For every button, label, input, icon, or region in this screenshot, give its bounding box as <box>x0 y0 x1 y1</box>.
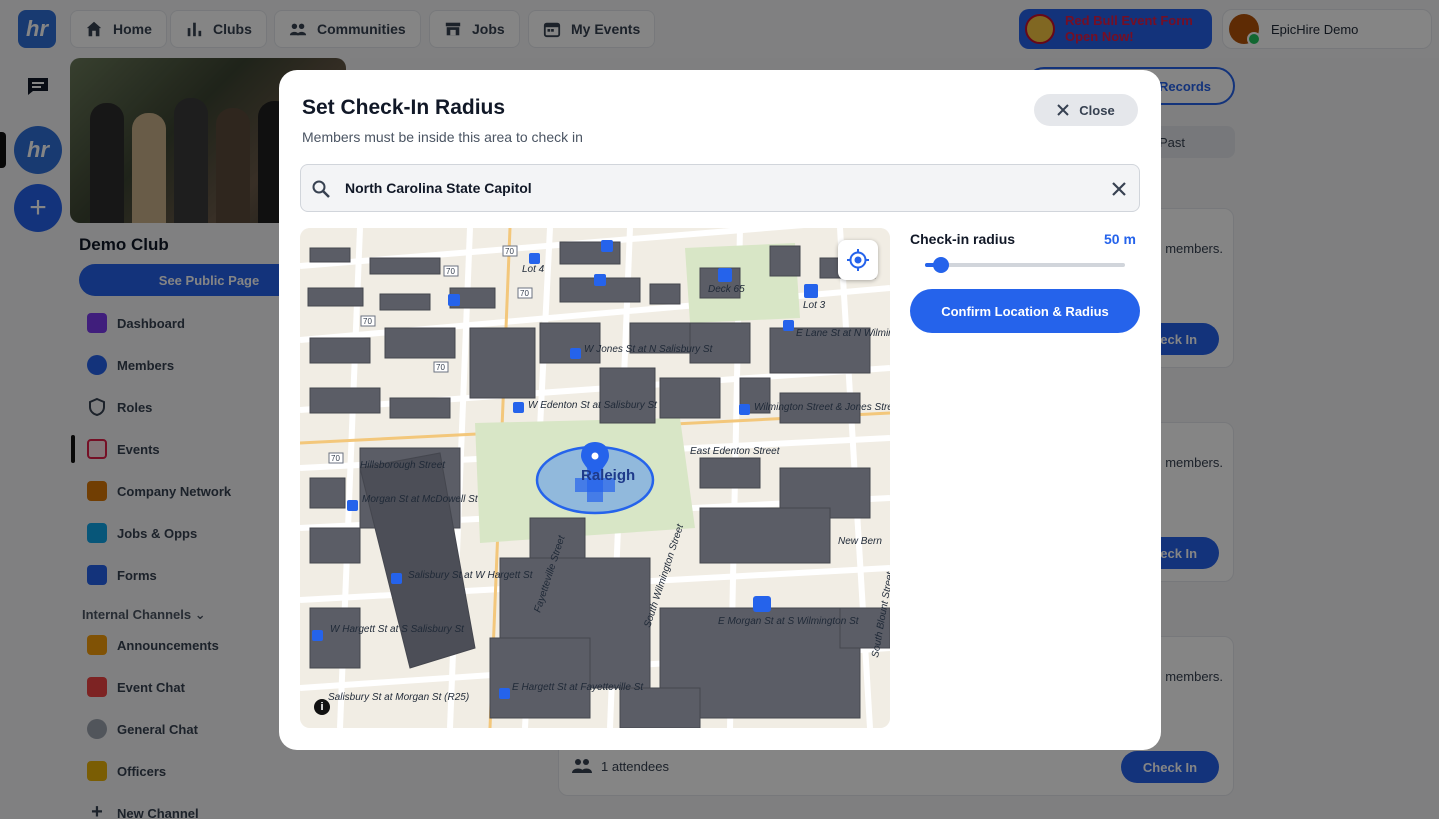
check-in-radius-dialog: Set Check-In Radius Members must be insi… <box>279 70 1161 750</box>
map-info-button[interactable]: i <box>314 699 330 715</box>
route-70-shield: 70 <box>436 363 445 372</box>
map-label-wilmington-jones: Wilmington Street & Jones Street <box>754 402 890 413</box>
search-value: North Carolina State Capitol <box>345 180 532 196</box>
route-70-shield: 70 <box>331 454 340 463</box>
route-70-shield: 70 <box>446 267 455 276</box>
map-label-morgan-mcdowell: Morgan St at McDowell St <box>362 494 479 505</box>
route-70-shield: 70 <box>520 289 529 298</box>
location-search-input[interactable]: North Carolina State Capitol <box>300 164 1140 212</box>
route-70-shield: 70 <box>363 317 372 326</box>
map-label-e-edenton: East Edenton Street <box>690 446 781 457</box>
close-icon <box>1057 104 1070 116</box>
dialog-subtitle: Members must be inside this area to chec… <box>302 129 583 145</box>
map-label-e-lane: E Lane St at N Wilmington St <box>796 328 890 339</box>
clear-search-icon[interactable] <box>1109 179 1129 199</box>
map-label-deck65: Deck 65 <box>708 284 745 295</box>
map-label-lot3: Lot 3 <box>803 300 826 311</box>
my-location-button[interactable] <box>838 240 878 280</box>
route-70-shield: 70 <box>505 247 514 256</box>
close-label: Close <box>1079 102 1115 118</box>
map-label-new-bern: New Bern <box>838 536 882 547</box>
map-label-e-morgan-wilmington: E Morgan St at S Wilmington St <box>718 616 860 627</box>
crosshair-icon <box>847 249 869 271</box>
map-label-e-hargett-fayetteville: E Hargett St at Fayetteville St <box>512 682 644 693</box>
map-label-hillsborough: Hillsborough Street <box>360 460 446 471</box>
map-label-salisbury-morgan: Salisbury St at Morgan St (R25) <box>328 692 469 703</box>
radius-slider[interactable] <box>925 257 1125 273</box>
map-label-raleigh: Raleigh <box>581 467 635 484</box>
map-view[interactable]: Lot 4 Deck 65 Lot 3 E Lane St at N Wilmi… <box>300 228 890 728</box>
map-label-w-hargett-salisbury: W Hargett St at S Salisbury St <box>330 624 465 635</box>
search-icon <box>312 180 330 198</box>
map-canvas[interactable]: Lot 4 Deck 65 Lot 3 E Lane St at N Wilmi… <box>300 228 890 728</box>
map-label-w-edenton: W Edenton St at Salisbury St <box>528 400 658 411</box>
confirm-location-button[interactable]: Confirm Location & Radius <box>910 289 1140 333</box>
radius-value: 50 m <box>1104 231 1136 247</box>
map-label-lot4: Lot 4 <box>522 264 545 275</box>
dialog-title: Set Check-In Radius <box>302 96 506 119</box>
map-label-salisbury-hargett: Salisbury St at W Hargett St <box>408 570 534 581</box>
close-button[interactable]: Close <box>1034 94 1138 126</box>
radius-label: Check-in radius <box>910 231 1016 247</box>
radius-slider-handle[interactable] <box>933 257 949 273</box>
map-label-w-jones: W Jones St at N Salisbury St <box>584 344 714 355</box>
